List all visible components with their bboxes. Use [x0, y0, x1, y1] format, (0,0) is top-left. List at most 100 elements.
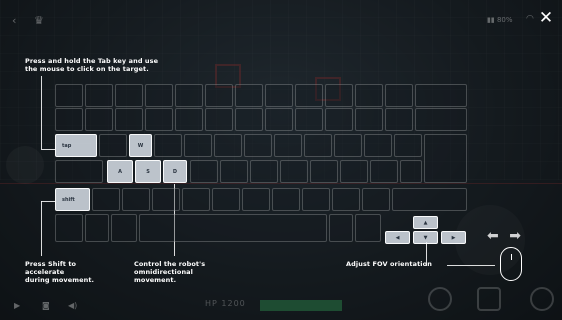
key [364, 134, 392, 157]
key [355, 84, 383, 107]
key [385, 84, 413, 107]
key [85, 84, 113, 107]
key [265, 108, 293, 131]
key [99, 134, 127, 157]
key [304, 134, 332, 157]
w-key: W [129, 134, 152, 157]
sound-icon[interactable]: ◀) [68, 301, 77, 310]
tab-key: tap [55, 134, 97, 157]
arrow-right-key: ▶ [441, 231, 466, 244]
aim-icon[interactable] [530, 287, 554, 311]
key [190, 160, 218, 183]
key [115, 84, 143, 107]
signal-status: ▮▮ 80% [487, 16, 513, 24]
back-chevron-icon[interactable]: ‹ [12, 14, 16, 27]
hp-label: HP 1200 [205, 299, 246, 308]
key [274, 134, 302, 157]
shift-hint-caption: Press Shift to accelerate during movemen… [25, 260, 95, 284]
key [205, 108, 233, 131]
mouse-icon [500, 247, 522, 281]
fov-arrows: ⬅ ➡ [487, 228, 521, 244]
arrow-connector-line [426, 242, 427, 266]
key [115, 108, 143, 131]
close-icon[interactable]: ✕ [538, 10, 554, 27]
key [362, 188, 390, 211]
enter-key [424, 134, 467, 183]
key [280, 160, 308, 183]
key [272, 188, 300, 211]
key [302, 188, 330, 211]
move-hint-caption: Control the robot's omnidirectional move… [134, 260, 206, 284]
wifi-icon: ◠ [526, 14, 534, 24]
key [55, 108, 83, 131]
game-screen: ‹ ♛ ▮▮ 80% ◠ ✕ Press and hold the Tab ke… [0, 0, 562, 320]
fov-connector-line [447, 265, 495, 266]
key [370, 160, 398, 183]
key [265, 84, 293, 107]
right-shift-key [392, 188, 467, 211]
tab-hint-caption: Press and hold the Tab key and use the m… [25, 57, 159, 73]
arrow-down-key: ▼ [413, 231, 438, 244]
signal-icon: ▮▮ [487, 16, 495, 24]
space-key [139, 214, 327, 242]
key [310, 160, 338, 183]
key [235, 108, 263, 131]
key [154, 134, 182, 157]
key [295, 84, 323, 107]
shift-connector-line [41, 201, 55, 202]
tab-connector-line [41, 149, 55, 150]
arrow-right-icon: ➡ [509, 228, 521, 244]
key [212, 188, 240, 211]
key [329, 214, 353, 242]
d-key: D [163, 160, 187, 183]
mouse-wheel [511, 254, 512, 260]
key [145, 108, 173, 131]
key [152, 188, 180, 211]
key [205, 84, 233, 107]
signal-value: 80% [496, 16, 513, 24]
key [415, 84, 467, 107]
key [145, 84, 173, 107]
key [85, 108, 113, 131]
key [214, 134, 242, 157]
trophy-icon: ♛ [34, 14, 44, 27]
arrow-up-key: ▲ [413, 216, 438, 229]
tab-connector-line [41, 76, 42, 149]
key [394, 134, 422, 157]
a-key: A [107, 160, 133, 183]
key [242, 188, 270, 211]
key [235, 84, 263, 107]
caps-key [55, 160, 103, 183]
key [355, 214, 381, 242]
key [55, 84, 83, 107]
key [355, 108, 383, 131]
key [184, 134, 212, 157]
key [332, 188, 360, 211]
key [220, 160, 248, 183]
key [325, 84, 353, 107]
arrow-left-icon: ⬅ [487, 228, 499, 244]
key [122, 188, 150, 211]
camera-icon[interactable]: ◙ [42, 301, 50, 310]
key [244, 134, 272, 157]
crosshair-icon[interactable] [477, 287, 501, 311]
hp-bar [260, 300, 342, 311]
shift-connector-line [41, 201, 42, 256]
key [400, 160, 422, 183]
key [175, 84, 203, 107]
key [385, 108, 413, 131]
video-icon[interactable]: ▶ [14, 301, 20, 310]
target-icon[interactable] [428, 287, 452, 311]
arrow-left-key: ◀ [385, 231, 410, 244]
key [182, 188, 210, 211]
key [295, 108, 323, 131]
key [111, 214, 137, 242]
key [334, 134, 362, 157]
key [92, 188, 120, 211]
key [340, 160, 368, 183]
s-key: S [135, 160, 161, 183]
key [325, 108, 353, 131]
key [250, 160, 278, 183]
fov-hint-caption: Adjust FOV orientation [346, 260, 432, 268]
shift-key: shift [55, 188, 90, 211]
